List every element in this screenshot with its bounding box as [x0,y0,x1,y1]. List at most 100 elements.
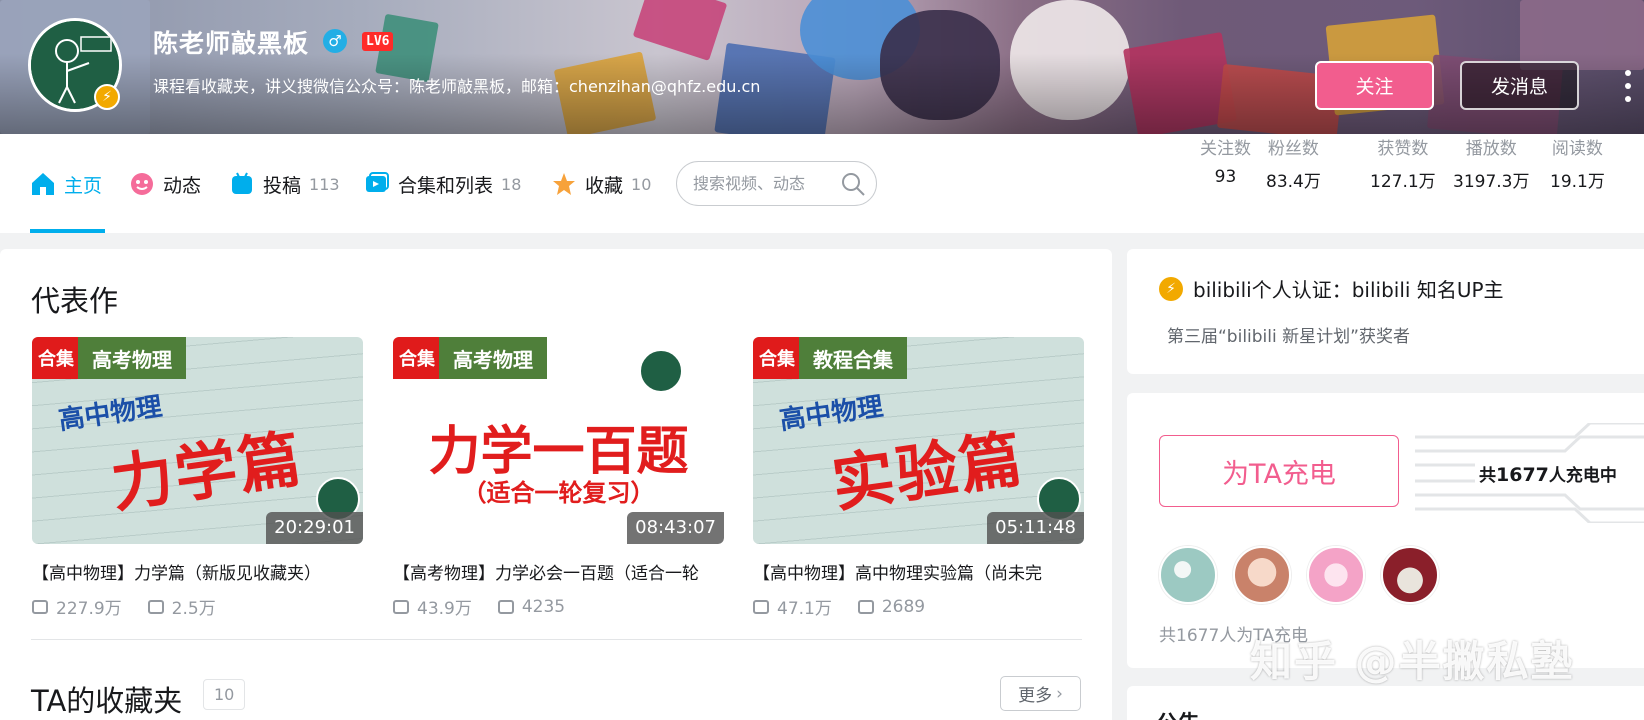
stat-reads-label: 阅读数 [1551,139,1603,159]
tab-dynamic[interactable]: 动态 [129,164,201,204]
male-gender-icon: ♂ [323,29,347,53]
tab-uploads-label: 投稿 [263,174,302,197]
follow-button[interactable]: 关注 [1315,61,1434,110]
space-search [676,161,877,206]
stat-likes-label: 获赞数 [1377,139,1429,159]
play-count: 227.9万 [32,594,122,619]
verification-line: ⚡ bilibili个人认证：bilibili 知名UP主 [1159,274,1504,303]
masterpieces-title: 代表作 [31,284,119,318]
charge-total-suffix: 人充电中 [1548,466,1617,486]
tab-dynamic-label: 动态 [163,174,202,197]
video-thumbnail[interactable]: 合集 教程合集 高中物理 实验篇 05:11:48 [753,337,1084,544]
danmaku-count: 4235 [497,594,566,619]
video-title[interactable]: 【高考物理】力学必会一百题（适合一轮 [393,559,724,584]
tab-collections-label: 合集和列表 [398,174,494,197]
stat-fans[interactable]: 粉丝数 83.4万 [1266,134,1321,192]
verification-text: bilibili个人认证：bilibili 知名UP主 [1193,278,1504,302]
stat-reads-value: 19.1万 [1550,172,1605,192]
dynamic-icon [129,171,155,197]
tab-favorites[interactable]: 收藏 10 [551,164,651,204]
home-icon [30,171,56,197]
play-count-value: 43.9万 [417,599,472,619]
video-meta: 47.1万 2689 [753,594,1084,619]
verified-bolt-icon: ⚡ [1159,276,1183,301]
search-icon[interactable] [840,171,866,197]
video-duration: 05:11:48 [987,512,1084,544]
charger-avatar[interactable] [1381,546,1439,604]
tab-uploads-count: 113 [309,174,340,194]
danmaku-count-value: 2.5万 [171,599,216,619]
stat-fans-value: 83.4万 [1266,172,1321,192]
charge-total-count: 1677 [1496,464,1549,486]
active-tab-indicator [30,229,105,233]
danmaku-count: 2.5万 [147,594,216,619]
section-divider [31,639,1082,640]
danmaku-count: 2689 [857,594,926,619]
search-input[interactable] [693,174,833,193]
charger-avatars [1159,546,1455,604]
video-card[interactable]: 合集 教程合集 高中物理 实验篇 05:11:48 【高中物理】高中物理实验篇（… [753,337,1084,619]
favorites-title: TA的收藏夹 [31,684,183,718]
danmaku-icon [497,599,514,614]
video-title[interactable]: 【高中物理】力学篇（新版见收藏夹） [32,559,363,584]
charge-button[interactable]: 为TA充电 [1159,435,1399,507]
tab-collections[interactable]: 合集和列表 18 [364,164,521,204]
stat-plays: 播放数 3197.3万 [1453,134,1529,192]
play-count-value: 47.1万 [777,599,832,619]
verified-bolt-icon: ⚡ [94,84,120,110]
avatar[interactable]: ⚡ [28,18,122,112]
stat-fans-label: 粉丝数 [1267,139,1319,159]
stat-reads: 阅读数 19.1万 [1550,134,1605,192]
video-meta: 227.9万 2.5万 [32,594,363,619]
play-count: 47.1万 [753,594,832,619]
danmaku-count-value: 2689 [881,596,926,617]
verification-card: ⚡ bilibili个人认证：bilibili 知名UP主 第三届“bilibi… [1127,249,1644,374]
more-options-icon[interactable] [1621,70,1635,102]
charger-avatar[interactable] [1159,546,1217,604]
charger-avatar[interactable] [1233,546,1291,604]
play-icon [753,599,769,614]
danmaku-icon [857,599,874,614]
tab-home-label: 主页 [64,174,103,197]
tab-uploads[interactable]: 投稿 113 [229,164,340,204]
notice-card: 公告 [1127,686,1644,720]
more-button[interactable]: 更多 › [1000,676,1081,711]
charge-total: 共1677人充电中 [1479,461,1617,486]
profile-banner: ⚡ 陈老师敲黑板 ♂ LV6 课程看收藏夹，讲义搜微信公众号：陈老师敲黑板，邮箱… [0,0,1644,134]
category-tag: 高考物理 [439,337,547,379]
stat-plays-value: 3197.3万 [1453,172,1530,192]
chevron-right-icon: › [1056,683,1063,704]
danmaku-count-value: 4235 [521,596,566,617]
charger-avatar[interactable] [1307,546,1365,604]
stat-likes: 获赞数 127.1万 [1370,134,1436,192]
charge-total-prefix: 共 [1479,466,1496,486]
zhihu-watermark: 知乎 @半撇私塾 [1250,637,1575,686]
video-title[interactable]: 【高中物理】高中物理实验篇（尚未完 [753,559,1084,584]
tab-home[interactable]: 主页 [30,164,102,204]
level-badge: LV6 [362,32,394,51]
play-icon [393,599,409,614]
play-count-value: 227.9万 [56,599,122,619]
stat-following-label: 关注数 [1200,139,1251,159]
video-thumbnail[interactable]: 合集 高考物理 高中物理 力学篇 20:29:01 [32,337,363,544]
stat-following[interactable]: 关注数 93 [1200,134,1251,187]
tab-collections-count: 18 [501,174,522,194]
profile-nav: 主页 动态 投稿 113 合集和列表 18 收藏 10 关注数 93 [0,134,1644,233]
play-icon [32,599,48,614]
favorites-count-badge: 10 [203,679,246,710]
play-count: 43.9万 [393,594,472,619]
profile-signature: 课程看收藏夹，讲义搜微信公众号：陈老师敲黑板，邮箱：chenzihan@qhfz… [153,77,761,96]
video-duration: 20:29:01 [266,512,363,544]
danmaku-icon [147,599,164,614]
stat-likes-value: 127.1万 [1370,172,1436,192]
star-icon [551,171,577,197]
video-meta: 43.9万 4235 [393,594,724,619]
video-thumbnail[interactable]: 合集 高考物理 力学一百题 （适合一轮复习） 08:43:07 [393,337,724,544]
send-message-button[interactable]: 发消息 [1460,61,1579,110]
video-card[interactable]: 合集 高考物理 力学一百题 （适合一轮复习） 08:43:07 【高考物理】力学… [393,337,724,619]
tab-favorites-label: 收藏 [585,174,624,197]
video-duration: 08:43:07 [627,512,724,544]
video-card[interactable]: 合集 高考物理 高中物理 力学篇 20:29:01 【高中物理】力学篇（新版见收… [32,337,363,619]
more-label: 更多 [1018,686,1053,706]
collection-tag: 合集 [32,337,80,379]
